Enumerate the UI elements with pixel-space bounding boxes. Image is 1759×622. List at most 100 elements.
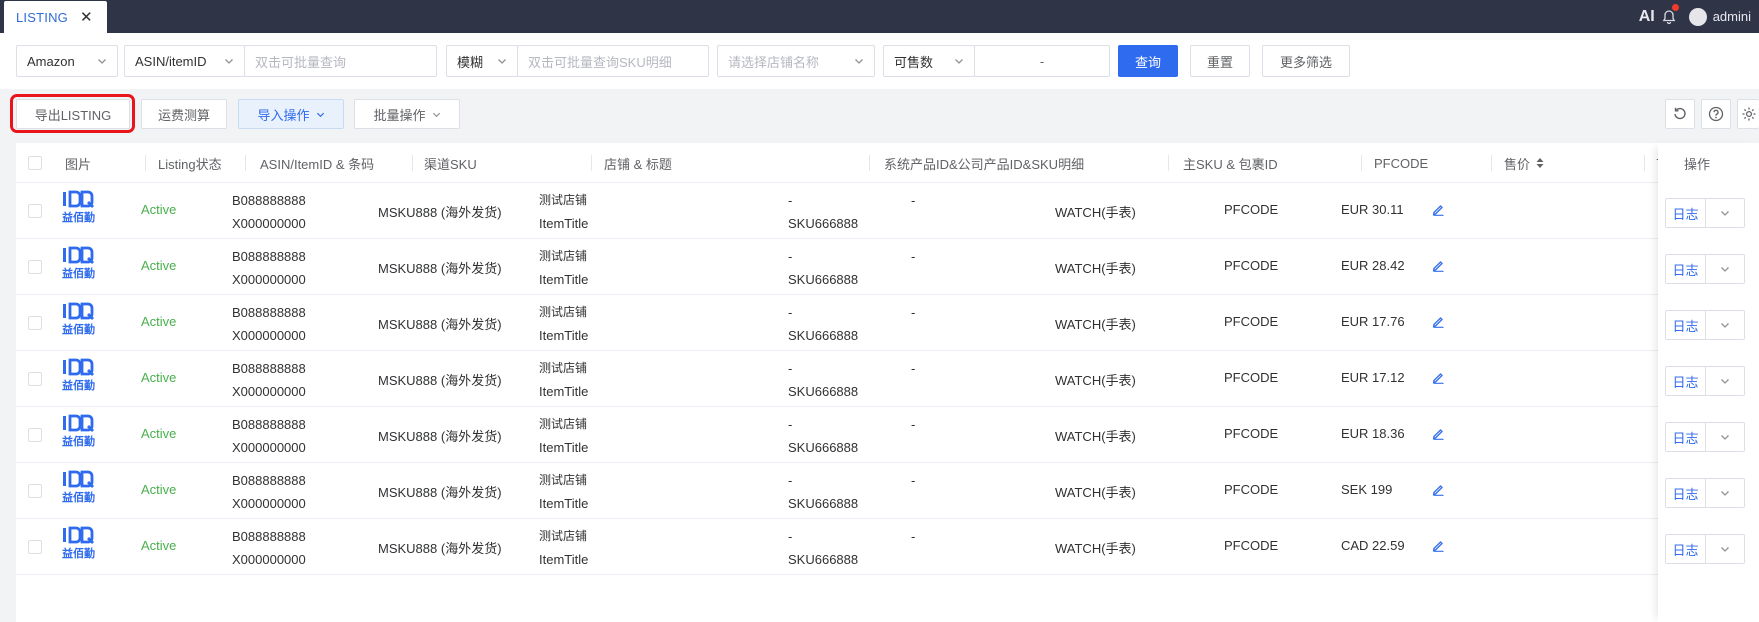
item-title: ItemTitle [539, 384, 589, 399]
import-ops-button[interactable]: 导入操作 [238, 99, 344, 129]
barcode-value: X000000000 [232, 272, 306, 287]
edit-price-icon[interactable] [1432, 315, 1445, 328]
more-filters-button[interactable]: 更多筛选 [1262, 45, 1350, 77]
chevron-down-icon [225, 59, 233, 64]
log-button[interactable]: 日志 [1666, 367, 1706, 395]
sys-id: - [788, 305, 793, 320]
chevron-down-icon[interactable] [1706, 479, 1744, 507]
chevron-down-icon [98, 59, 106, 64]
table-row[interactable]: 益佰勤 Active B088888888 X000000000 MSKU888 (海外… [16, 295, 1759, 351]
item-title: ItemTitle [539, 328, 589, 343]
sku-input[interactable]: 双击可批量查询SKU明细 [517, 45, 709, 77]
sys-id-cell: - SKU666888 [788, 413, 858, 459]
import-ops-label: 导入操作 [257, 107, 310, 123]
channel-sku: MSKU888 (海外发货) [378, 317, 502, 332]
item-title: ItemTitle [539, 496, 589, 511]
sort-icon[interactable] [1534, 156, 1546, 170]
chevron-down-icon[interactable] [1706, 311, 1744, 339]
table-row[interactable]: 益佰勤 Active B088888888 X000000000 MSKU888 (海外… [16, 519, 1759, 575]
chevron-down-icon[interactable] [1706, 367, 1744, 395]
pfcode: PFCODE [1224, 482, 1279, 497]
filter-bar: Amazon ASIN/itemID 双击可批量查询 模糊 双击可批量查询SKU… [0, 33, 1759, 89]
row-checkbox[interactable] [28, 204, 42, 218]
table-row[interactable]: 益佰勤 Active B088888888 X000000000 MSKU888 (海外… [16, 239, 1759, 295]
reset-button[interactable]: 重置 [1190, 45, 1250, 77]
ai-button[interactable]: AI [1639, 8, 1655, 26]
asin-cell: B088888888 X000000000 [232, 189, 306, 235]
settings-icon[interactable] [1737, 99, 1759, 129]
col-price[interactable]: 售价 [1504, 143, 1546, 183]
chevron-down-icon [498, 59, 506, 64]
table-row[interactable]: 益佰勤 Active B088888888 X000000000 MSKU888 (海外… [16, 407, 1759, 463]
asin-cell: B088888888 X000000000 [232, 301, 306, 347]
log-button[interactable]: 日志 [1666, 199, 1706, 227]
product-image[interactable]: 益佰勤 [58, 469, 98, 504]
status-badge: Active [141, 370, 177, 385]
log-button[interactable]: 日志 [1666, 255, 1706, 283]
edit-price-icon[interactable] [1432, 427, 1445, 440]
product-image[interactable]: 益佰勤 [58, 357, 98, 392]
barcode-value: X000000000 [232, 384, 306, 399]
bell-icon[interactable] [1661, 3, 1679, 25]
chevron-down-icon[interactable] [1706, 423, 1744, 451]
sys-id: - [788, 417, 793, 432]
chevron-down-icon[interactable] [1706, 535, 1744, 563]
avatar[interactable] [1688, 7, 1707, 26]
store-name: 测试店铺 [539, 305, 588, 319]
log-button[interactable]: 日志 [1666, 311, 1706, 339]
edit-price-icon[interactable] [1432, 483, 1445, 496]
store-title-cell: 测试店铺 ItemTitle [539, 245, 588, 291]
product-image[interactable]: 益佰勤 [58, 525, 98, 560]
log-button[interactable]: 日志 [1666, 423, 1706, 451]
asin-cell: B088888888 X000000000 [232, 245, 306, 291]
sys-id: - [788, 529, 793, 544]
asin-cell: B088888888 X000000000 [232, 525, 306, 571]
chevron-down-icon[interactable] [1706, 199, 1744, 227]
edit-price-icon[interactable] [1432, 371, 1445, 384]
status-badge: Active [141, 426, 177, 441]
row-checkbox[interactable] [28, 260, 42, 274]
product-image[interactable]: 益佰勤 [58, 301, 98, 336]
store-select[interactable]: 请选择店铺名称 [717, 45, 875, 77]
main-sku: WATCH(手表) [1055, 205, 1136, 220]
qty-range-input[interactable]: - [974, 45, 1110, 77]
product-image[interactable]: 益佰勤 [58, 413, 98, 448]
platform-select[interactable]: Amazon [16, 45, 118, 77]
log-button[interactable]: 日志 [1666, 535, 1706, 563]
user-name[interactable]: admini [1713, 9, 1751, 24]
log-button[interactable]: 日志 [1666, 479, 1706, 507]
row-checkbox[interactable] [28, 316, 42, 330]
edit-price-icon[interactable] [1432, 539, 1445, 552]
refresh-icon[interactable] [1665, 99, 1695, 129]
logo-text: 益佰勤 [62, 268, 95, 280]
product-image[interactable]: 益佰勤 [58, 189, 98, 224]
logo-text: 益佰勤 [62, 212, 95, 224]
row-checkbox[interactable] [28, 484, 42, 498]
row-checkbox[interactable] [28, 428, 42, 442]
store-name: 测试店铺 [539, 193, 588, 207]
close-icon[interactable]: ✕ [80, 10, 93, 25]
pfcode: PFCODE [1224, 426, 1279, 441]
search-button[interactable]: 查询 [1118, 45, 1178, 77]
edit-price-icon[interactable] [1432, 203, 1445, 216]
price-value: EUR 17.76 [1341, 314, 1405, 329]
help-icon[interactable] [1701, 99, 1731, 129]
chevron-down-icon[interactable] [1706, 255, 1744, 283]
match-mode-select[interactable]: 模糊 [446, 45, 518, 77]
table-row[interactable]: 益佰勤 Active B088888888 X000000000 MSKU888 (海外… [16, 463, 1759, 519]
freight-calc-button[interactable]: 运费测算 [141, 99, 227, 129]
table-row[interactable]: 益佰勤 Active B088888888 X000000000 MSKU888 (海外… [16, 183, 1759, 239]
qty-field-select[interactable]: 可售数 [883, 45, 975, 77]
select-all-checkbox[interactable] [28, 156, 42, 170]
table-row[interactable]: 益佰勤 Active B088888888 X000000000 MSKU888 (海外… [16, 351, 1759, 407]
batch-ops-button[interactable]: 批量操作 [354, 99, 460, 129]
product-image[interactable]: 益佰勤 [58, 245, 98, 280]
id-type-select[interactable]: ASIN/itemID [124, 45, 245, 77]
tab-listing[interactable]: LISTING ✕ [4, 1, 107, 33]
row-checkbox[interactable] [28, 540, 42, 554]
row-checkbox[interactable] [28, 372, 42, 386]
id-input[interactable]: 双击可批量查询 [244, 45, 437, 77]
store-title-cell: 测试店铺 ItemTitle [539, 189, 588, 235]
pfcode: PFCODE [1224, 370, 1279, 385]
edit-price-icon[interactable] [1432, 259, 1445, 272]
